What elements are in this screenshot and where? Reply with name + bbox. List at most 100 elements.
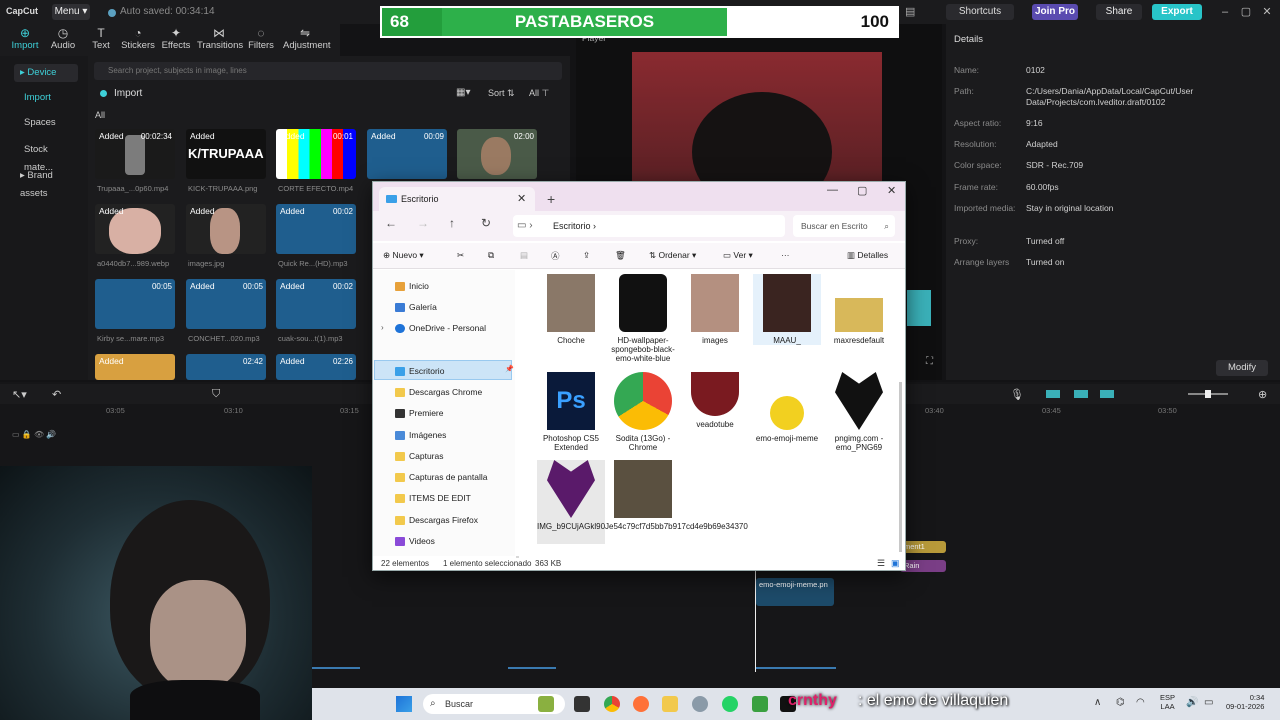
nav-item-escritorio[interactable]: Escritorio — [395, 362, 444, 380]
media-thumb[interactable]: Added — [95, 354, 175, 380]
file-explorer-icon[interactable] — [662, 696, 678, 712]
nav-item-descargas-firefox[interactable]: Descargas Firefox — [395, 511, 478, 529]
snap-toggle-icon[interactable] — [1074, 390, 1088, 398]
audio-clip-line[interactable] — [756, 667, 836, 669]
tool-transitions[interactable]: ⋈ Transitions — [197, 26, 243, 51]
join-pro-button[interactable]: Join Pro — [1032, 4, 1078, 20]
media-thumb[interactable]: Added 00:02:34 — [95, 129, 175, 179]
sort-button[interactable]: ⇅ Ordenar ▾ — [649, 250, 696, 261]
sidebar-item-spaces[interactable]: Spaces — [14, 114, 78, 132]
tab-close-icon[interactable]: ✕ — [517, 187, 526, 211]
audio-clip-line[interactable] — [508, 667, 556, 669]
file-item[interactable]: pngimg.com - emo_PNG69 — [825, 372, 893, 452]
chrome-icon[interactable] — [604, 696, 620, 712]
zoom-in-icon[interactable]: ⊕ — [1258, 388, 1267, 401]
content-scrollbar[interactable] — [899, 382, 902, 552]
preview-axis-icon[interactable] — [1100, 390, 1114, 398]
list-view-icon[interactable]: ☰ — [877, 556, 885, 571]
paste-icon[interactable]: ▤ — [520, 250, 528, 261]
view-button[interactable]: ▭ Ver ▾ — [723, 250, 753, 261]
sort-button[interactable]: Sort ⇅ — [488, 88, 515, 99]
file-item-selected[interactable]: MAAU_ — [753, 274, 821, 345]
sidebar-item-stock[interactable]: Stock mate... — [14, 141, 78, 173]
app-icon[interactable] — [752, 696, 768, 712]
media-thumb[interactable]: 02:00 — [457, 129, 537, 179]
media-thumb[interactable]: Added 00:09 — [367, 129, 447, 179]
windows-start-icon[interactable] — [396, 696, 412, 712]
file-item[interactable]: maxresdefault — [825, 274, 893, 345]
file-item[interactable]: images — [681, 274, 749, 345]
nav-item-items-edit[interactable]: ITEMS DE EDIT — [395, 489, 471, 507]
file-item[interactable]: e54c79cf7d5bb7b917cd4e9b69e34370 — [609, 460, 748, 531]
cut-icon[interactable]: ✂ — [457, 250, 464, 261]
track-controls[interactable]: ▭ 🔒 👁 🔊 — [12, 430, 56, 439]
wifi-icon[interactable]: ◠ — [1136, 697, 1145, 708]
tool-adjustment[interactable]: ⇋ Adjustment — [283, 26, 331, 51]
nav-item-premiere[interactable]: Premiere — [395, 404, 443, 422]
menu-button[interactable]: Menu ▾ — [52, 4, 90, 20]
delete-icon[interactable]: 🗑 — [615, 250, 626, 261]
forward-icon[interactable]: → — [417, 216, 429, 230]
timeline-text-clip[interactable]: ment1 — [900, 541, 946, 553]
refresh-icon[interactable]: ↻ — [481, 216, 491, 230]
media-thumb[interactable]: Added 02:26 — [276, 354, 356, 380]
share-button[interactable]: Share — [1096, 4, 1142, 20]
file-item[interactable]: veadotube — [681, 372, 749, 429]
expand-chevron-icon[interactable]: › — [381, 323, 384, 332]
back-icon[interactable]: ← — [385, 216, 397, 230]
nav-item-galeria[interactable]: Galería — [395, 298, 437, 316]
media-thumb[interactable]: Added 00:02 — [276, 279, 356, 329]
tray-chevron-icon[interactable]: ∧ — [1094, 697, 1101, 708]
media-thumb[interactable]: K/TRUPAAA Added — [186, 129, 266, 179]
sidebar-item-import[interactable]: Import — [14, 89, 78, 107]
taskbar-clock[interactable]: 0:34 09-01-2026 — [1226, 693, 1264, 711]
maximize-icon[interactable]: ▢ — [1237, 4, 1255, 20]
layout-icon[interactable]: ▤ — [905, 5, 915, 18]
volume-icon[interactable]: 🔊 — [1186, 697, 1198, 708]
minimize-icon[interactable]: – — [1216, 4, 1234, 20]
file-item[interactable]: Sodita (13Go) - Chrome — [609, 372, 677, 452]
nav-item-capturas-pantalla[interactable]: Capturas de pantalla — [395, 468, 487, 486]
nav-item-imagenes[interactable]: Imágenes — [395, 426, 446, 444]
tool-effects[interactable]: ✦ Effects — [154, 26, 198, 51]
file-item[interactable]: Ps Photoshop CS5 Extended — [537, 372, 605, 452]
task-view-icon[interactable] — [574, 696, 590, 712]
address-path[interactable]: ▭ › Escritorio › — [513, 215, 785, 237]
media-thumb[interactable]: Added — [186, 204, 266, 254]
whatsapp-icon[interactable] — [722, 696, 738, 712]
settings-icon[interactable] — [692, 696, 708, 712]
explorer-tab[interactable]: Escritorio — [379, 187, 535, 211]
more-options-icon[interactable]: ··· — [781, 250, 790, 260]
fullscreen-icon[interactable]: ⛶ — [926, 356, 933, 367]
file-item[interactable]: HD-wallpaper-spongebob-black-emo-white-b… — [609, 274, 677, 363]
modify-button[interactable]: Modify — [1216, 360, 1268, 376]
media-thumb[interactable]: Added 00:05 — [186, 279, 266, 329]
filter-all-button[interactable]: All ⊤ — [529, 88, 549, 99]
share-icon[interactable]: ⇪ — [583, 250, 590, 261]
playhead[interactable] — [755, 566, 756, 672]
nav-item-capturas[interactable]: Capturas — [395, 447, 444, 465]
copy-icon[interactable]: ⧉ — [488, 250, 494, 261]
nav-item-onedrive[interactable]: OneDrive - Personal — [395, 319, 486, 337]
import-button[interactable]: Import — [114, 88, 142, 99]
media-thumb[interactable]: Added — [95, 204, 175, 254]
grid-view-icon[interactable]: ▦▾ — [456, 87, 470, 98]
new-tab-icon[interactable]: + — [547, 187, 555, 211]
nav-item-videos[interactable]: Videos — [395, 532, 435, 550]
details-pane-button[interactable]: ▥ Detalles — [847, 250, 888, 261]
close-icon[interactable]: ✕ — [887, 184, 896, 197]
marker-icon[interactable]: ⛉ — [212, 388, 220, 401]
nav-item-inicio[interactable]: Inicio — [395, 277, 429, 295]
undo-icon[interactable]: ↶ — [52, 388, 61, 401]
explorer-search-input[interactable]: Buscar en Escrito ⌕ — [793, 215, 895, 237]
timeline-image-clip[interactable]: emo-emoji-meme.pn — [756, 578, 834, 606]
up-icon[interactable]: ↑ — [449, 216, 455, 230]
path-segment[interactable]: Escritorio — [553, 221, 591, 231]
media-thumb[interactable]: 02:42 — [186, 354, 266, 380]
minimize-icon[interactable]: — — [827, 184, 838, 196]
audio-clip-line[interactable] — [312, 667, 360, 669]
sidebar-item-brand-assets[interactable]: ▸ Brand assets — [14, 167, 78, 199]
rename-icon[interactable]: Ⓐ — [551, 250, 560, 262]
media-thumb[interactable]: 00:05 — [95, 279, 175, 329]
sidebar-item-device[interactable]: ▸ Device — [14, 64, 78, 82]
